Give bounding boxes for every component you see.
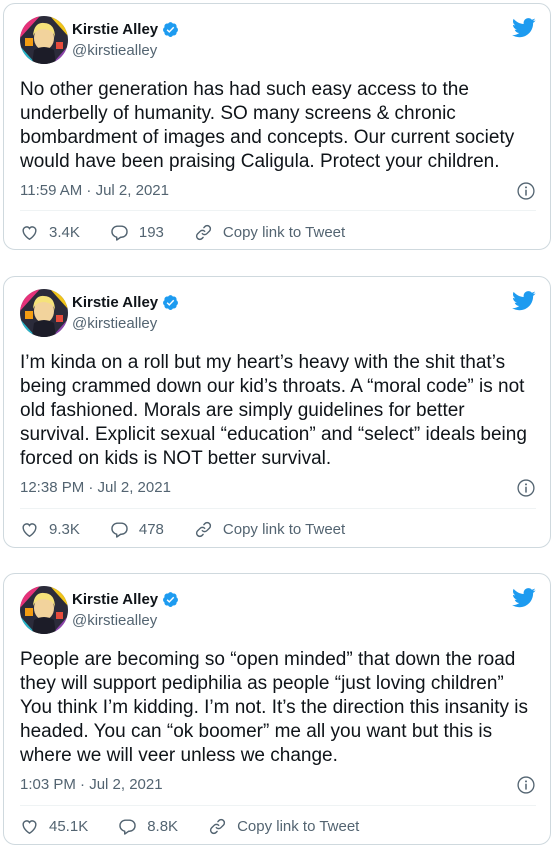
copy-link-button[interactable]: Copy link to Tweet xyxy=(194,520,345,539)
reply-button[interactable]: 8.8K xyxy=(118,817,178,836)
reply-count: 193 xyxy=(138,223,164,241)
heart-icon xyxy=(22,522,37,537)
reply-count: 8.8K xyxy=(147,817,179,835)
avatar[interactable] xyxy=(20,16,68,64)
author-name[interactable]: Kirstie Alley xyxy=(72,591,158,608)
tweet-header: Kirstie Alley @kirstiealley xyxy=(20,16,536,66)
verified-icon xyxy=(163,592,179,607)
copy-link-label: Copy link to Tweet xyxy=(237,817,360,835)
link-icon xyxy=(195,521,211,537)
info-icon[interactable] xyxy=(516,181,536,201)
avatar[interactable] xyxy=(20,289,68,337)
reply-icon xyxy=(111,224,128,241)
heart-icon xyxy=(22,819,37,834)
author-handle[interactable]: @kirstiealley xyxy=(72,42,157,59)
twitter-bird-icon[interactable] xyxy=(512,588,536,608)
tweet-header: Kirstie Alley @kirstiealley xyxy=(20,586,536,636)
author-name[interactable]: Kirstie Alley xyxy=(72,294,158,311)
copy-link-label: Copy link to Tweet xyxy=(222,520,346,538)
reply-icon xyxy=(119,818,136,835)
twitter-bird-icon[interactable] xyxy=(512,291,536,311)
author-handle[interactable]: @kirstiealley xyxy=(72,315,157,332)
copy-link-button[interactable]: Copy link to Tweet xyxy=(194,223,345,242)
like-button[interactable]: 3.4K xyxy=(20,223,80,242)
reply-button[interactable]: 478 xyxy=(110,520,164,539)
divider xyxy=(20,805,536,806)
copy-link-label: Copy link to Tweet xyxy=(222,223,346,241)
divider xyxy=(20,210,536,211)
tweet-header: Kirstie Alley @kirstiealley xyxy=(20,289,536,339)
verified-icon xyxy=(163,22,179,37)
like-count: 45.1K xyxy=(49,817,89,835)
like-button[interactable]: 45.1K xyxy=(20,817,88,836)
like-count: 9.3K xyxy=(49,520,80,538)
like-count: 3.4K xyxy=(49,223,80,241)
tweet-timestamp[interactable]: 12:38 PM · Jul 2, 2021 xyxy=(20,479,171,496)
tweet-timestamp[interactable]: 1:03 PM · Jul 2, 2021 xyxy=(20,776,163,793)
twitter-bird-icon[interactable] xyxy=(512,18,536,38)
reply-icon xyxy=(111,521,128,538)
divider xyxy=(20,508,536,509)
heart-icon xyxy=(22,225,37,240)
link-icon xyxy=(195,224,211,240)
tweet-text: People are becoming so “open minded” tha… xyxy=(20,649,534,766)
like-button[interactable]: 9.3K xyxy=(20,520,80,539)
info-icon[interactable] xyxy=(516,775,536,795)
tweet-card[interactable]: Kirstie Alley @kirstiealley I’m kinda on… xyxy=(3,276,551,548)
tweet-card[interactable]: Kirstie Alley @kirstiealley No other gen… xyxy=(3,3,551,250)
info-icon[interactable] xyxy=(516,478,536,498)
tweet-text: I’m kinda on a roll but my heart’s heavy… xyxy=(20,352,533,469)
avatar[interactable] xyxy=(20,586,68,634)
reply-count: 478 xyxy=(138,520,164,538)
tweet-text: No other generation has had such easy ac… xyxy=(20,79,520,172)
tweet-card[interactable]: Kirstie Alley @kirstiealley People are b… xyxy=(3,573,551,845)
author-handle[interactable]: @kirstiealley xyxy=(72,612,157,629)
copy-link-button[interactable]: Copy link to Tweet xyxy=(208,817,359,836)
author-name[interactable]: Kirstie Alley xyxy=(72,21,158,38)
tweet-timestamp[interactable]: 11:59 AM · Jul 2, 2021 xyxy=(20,182,169,199)
reply-button[interactable]: 193 xyxy=(110,223,164,242)
link-icon xyxy=(210,818,226,834)
verified-icon xyxy=(163,295,179,310)
